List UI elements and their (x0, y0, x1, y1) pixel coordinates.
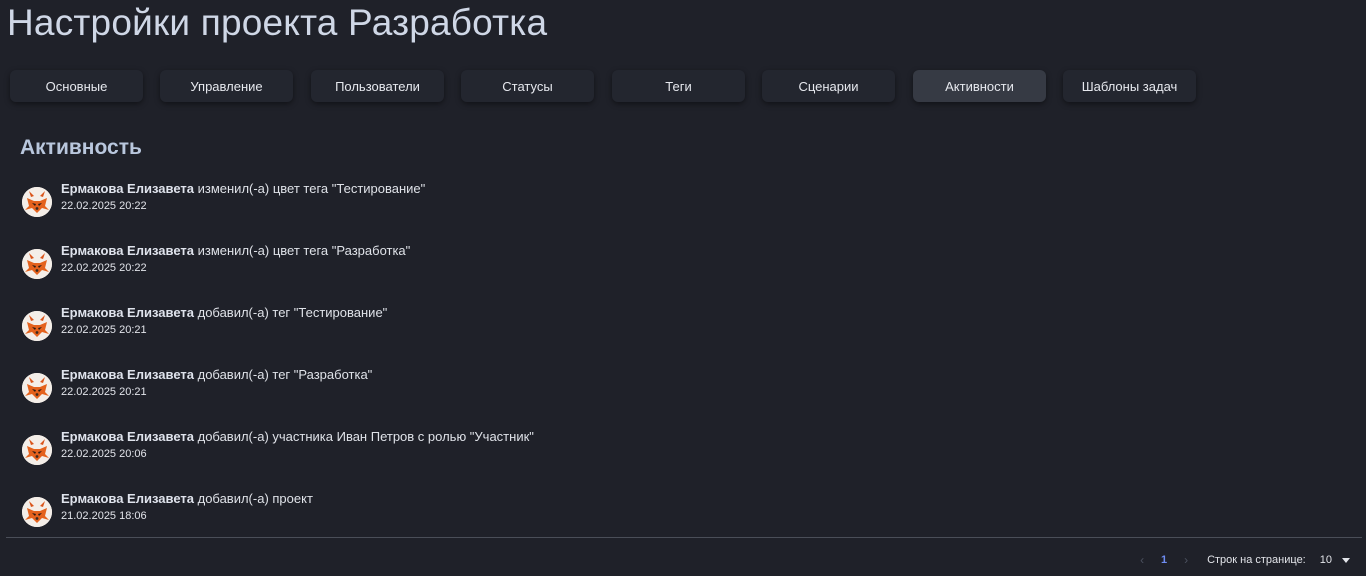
activity-item: Ермакова Елизавета изменил(-а) цвет тега… (22, 180, 922, 224)
tab-basic[interactable]: Основные (10, 70, 143, 102)
tab-task-templates[interactable]: Шаблоны задач (1063, 70, 1196, 102)
activity-date: 22.02.2025 20:06 (61, 448, 147, 460)
activity-date: 21.02.2025 18:06 (61, 510, 147, 522)
avatar-image (22, 187, 52, 217)
activity-item: Ермакова Елизавета добавил(-а) тег "Разр… (22, 366, 922, 410)
divider (6, 537, 1362, 538)
activity-item: Ермакова Елизавета изменил(-а) цвет тега… (22, 242, 922, 286)
tab-management[interactable]: Управление (160, 70, 293, 102)
activity-action: изменил(-а) цвет тега "Разработка" (197, 243, 411, 258)
activity-action: добавил(-а) участника Иван Петров с роль… (197, 429, 534, 444)
activity-text: Ермакова Елизавета добавил(-а) проект (61, 491, 313, 506)
avatar[interactable] (22, 373, 52, 403)
activity-user[interactable]: Ермакова Елизавета (61, 243, 194, 258)
activity-user[interactable]: Ермакова Елизавета (61, 181, 194, 196)
avatar-image (22, 249, 52, 279)
tab-users[interactable]: Пользователи (311, 70, 444, 102)
activity-item: Ермакова Елизавета добавил(-а) проект 21.… (22, 490, 922, 534)
tab-scenarios[interactable]: Сценарии (762, 70, 895, 102)
activity-item: Ермакова Елизавета добавил(-а) участника… (22, 428, 922, 472)
chevron-left-icon[interactable]: ‹ (1131, 553, 1153, 567)
avatar-image (22, 311, 52, 341)
avatar-image (22, 497, 52, 527)
avatar[interactable] (22, 249, 52, 279)
activity-text: Ермакова Елизавета добавил(-а) тег "Тест… (61, 305, 387, 320)
rows-per-page-value: 10 (1319, 554, 1332, 566)
activity-action: добавил(-а) тег "Тестирование" (197, 305, 388, 320)
avatar-image (22, 435, 52, 465)
avatar-image (22, 373, 52, 403)
activity-action: добавил(-а) тег "Разработка" (197, 367, 373, 382)
activity-action: изменил(-а) цвет тега "Тестирование" (197, 181, 426, 196)
activity-text: Ермакова Елизавета изменил(-а) цвет тега… (61, 181, 425, 196)
activity-date: 22.02.2025 20:21 (61, 386, 147, 398)
avatar[interactable] (22, 435, 52, 465)
activity-text: Ермакова Елизавета изменил(-а) цвет тега… (61, 243, 410, 258)
activity-user[interactable]: Ермакова Елизавета (61, 429, 194, 444)
chevron-right-icon[interactable]: › (1175, 553, 1197, 567)
section-title: Активность (20, 136, 142, 159)
tab-activities[interactable]: Активности (913, 70, 1046, 102)
tab-tags[interactable]: Теги (612, 70, 745, 102)
tab-statuses[interactable]: Статусы (461, 70, 594, 102)
activity-user[interactable]: Ермакова Елизавета (61, 491, 194, 506)
avatar[interactable] (22, 311, 52, 341)
activity-user[interactable]: Ермакова Елизавета (61, 305, 194, 320)
caret-down-icon (1342, 557, 1350, 563)
rows-per-page-select[interactable]: 10 (1320, 554, 1350, 566)
activity-item: Ермакова Елизавета добавил(-а) тег "Тест… (22, 304, 922, 348)
activity-user[interactable]: Ермакова Елизавета (61, 367, 194, 382)
rows-per-page-label: Строк на странице: (1207, 554, 1306, 566)
page-title: Настройки проекта Разработка (7, 2, 548, 43)
page-number[interactable]: 1 (1153, 554, 1175, 566)
avatar[interactable] (22, 187, 52, 217)
activity-text: Ермакова Елизавета добавил(-а) тег "Разр… (61, 367, 372, 382)
activity-date: 22.02.2025 20:22 (61, 200, 147, 212)
avatar[interactable] (22, 497, 52, 527)
activity-text: Ермакова Елизавета добавил(-а) участника… (61, 429, 534, 444)
pagination: ‹ 1 › Строк на странице: 10 (1131, 551, 1350, 569)
activity-date: 22.02.2025 20:22 (61, 262, 147, 274)
activity-action: добавил(-а) проект (197, 491, 313, 506)
activity-date: 22.02.2025 20:21 (61, 324, 147, 336)
